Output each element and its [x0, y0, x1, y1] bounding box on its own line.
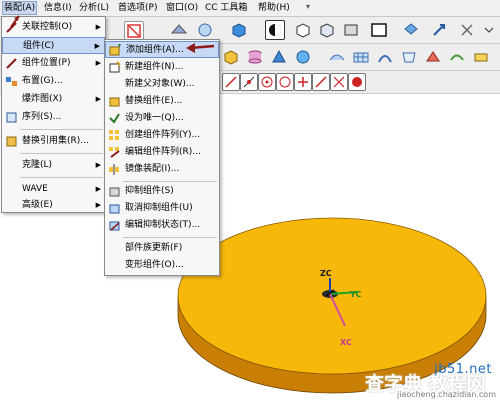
tutorial-annotation-arrows	[10, 15, 215, 53]
watermark-url: jiaocheng.chazidian.com	[396, 390, 496, 399]
